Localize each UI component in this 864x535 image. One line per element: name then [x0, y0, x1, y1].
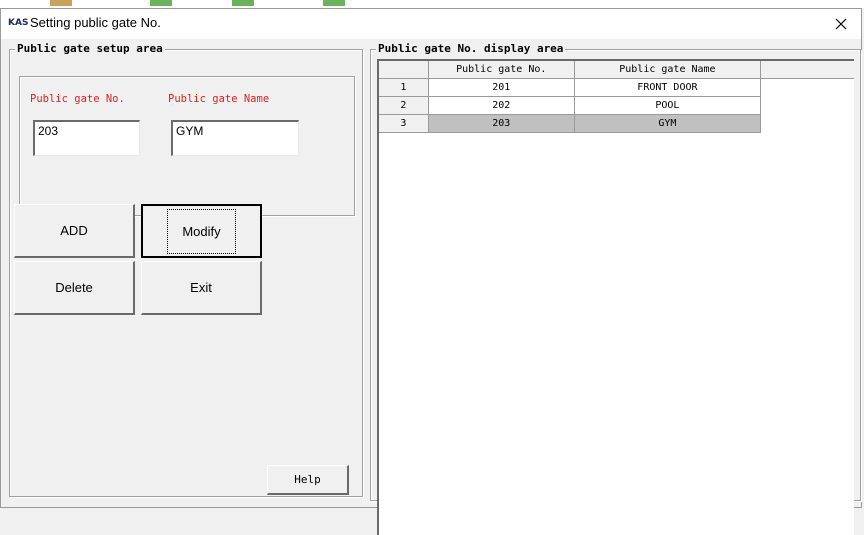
display-area-legend: Public gate No. display area	[376, 42, 566, 55]
close-icon	[835, 18, 847, 30]
exit-button[interactable]: Exit	[141, 261, 262, 315]
gate-no-label: Public gate No.	[30, 93, 125, 105]
cell-gate-no[interactable]: 201	[427, 78, 575, 97]
cell-gate-no[interactable]: 203	[427, 114, 575, 133]
gate-grid: Public gate No. Public gate Name 1 201 F…	[379, 61, 854, 133]
row-header[interactable]: 1	[379, 78, 429, 97]
gate-name-label: Public gate Name	[168, 93, 270, 105]
cell-gate-name[interactable]: GYM	[573, 114, 762, 133]
title-bar: KAS Setting public gate No.	[1, 9, 861, 39]
background-icon	[150, 0, 172, 6]
table-header-row: Public gate No. Public gate Name	[379, 61, 854, 79]
row-header[interactable]: 3	[379, 114, 429, 133]
table-row-selected[interactable]: 3 203 GYM	[379, 114, 854, 133]
row-filler	[761, 97, 854, 115]
column-header-gate-name: Public gate Name	[574, 61, 762, 79]
cell-gate-name[interactable]: POOL	[573, 96, 762, 115]
close-button[interactable]	[821, 9, 861, 39]
setup-area-group: Public gate setup area Public gate No. P…	[9, 42, 363, 497]
background-icon	[232, 0, 254, 6]
table-row[interactable]: 1 201 FRONT DOOR	[379, 78, 854, 97]
cell-gate-name[interactable]: FRONT DOOR	[573, 78, 762, 97]
gate-no-input[interactable]: 203	[33, 120, 140, 156]
row-header[interactable]: 2	[379, 96, 429, 115]
help-button[interactable]: Help	[267, 465, 349, 495]
gate-table: Public gate No. Public gate Name 1 201 F…	[377, 59, 854, 535]
add-button[interactable]: ADD	[14, 204, 135, 258]
column-header-gate-no: Public gate No.	[428, 61, 575, 79]
row-filler	[761, 79, 854, 97]
gate-input-box: Public gate No. Public gate Name 203 GYM	[19, 76, 355, 216]
cell-gate-no[interactable]: 202	[427, 96, 575, 115]
delete-button[interactable]: Delete	[14, 261, 135, 315]
corner-header	[379, 61, 429, 79]
setup-area-legend: Public gate setup area	[15, 42, 165, 55]
background-app-strip	[0, 0, 864, 8]
background-icon	[323, 0, 345, 6]
row-filler	[761, 115, 854, 133]
background-icon	[50, 0, 72, 6]
modify-button[interactable]: Modify	[141, 204, 262, 258]
modify-button-label: Modify	[167, 208, 236, 254]
gate-name-input[interactable]: GYM	[171, 120, 299, 156]
display-area-group: Public gate No. display area Public gate…	[370, 42, 861, 535]
window-title: Setting public gate No.	[30, 15, 161, 30]
dialog-window: KAS Setting public gate No. Public gate …	[0, 8, 862, 535]
column-header-filler	[760, 61, 854, 79]
table-row[interactable]: 2 202 POOL	[379, 96, 854, 115]
kas-logo: KAS	[8, 18, 29, 28]
